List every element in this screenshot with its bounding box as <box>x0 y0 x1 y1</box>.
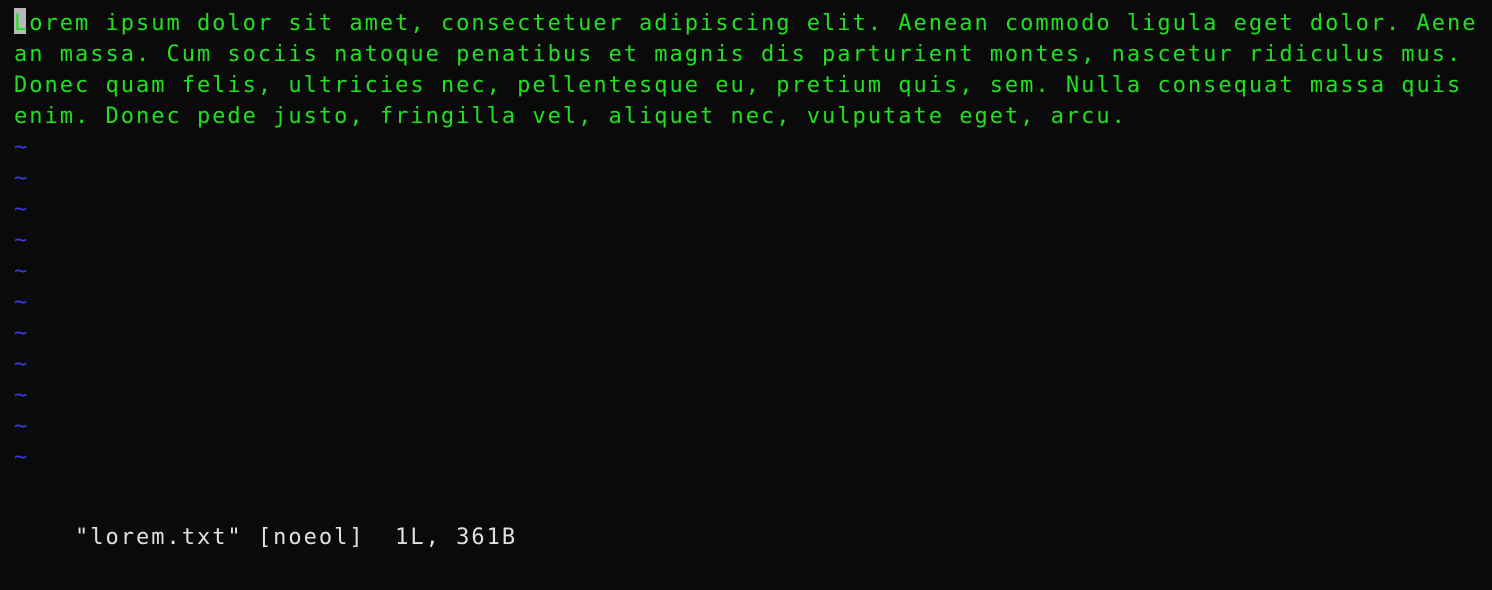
tilde-marker: ~ <box>14 349 1478 380</box>
tilde-marker: ~ <box>14 287 1478 318</box>
buffer-content[interactable]: Lorem ipsum dolor sit amet, consectetuer… <box>14 8 1478 132</box>
tilde-marker: ~ <box>14 318 1478 349</box>
tilde-marker: ~ <box>14 225 1478 256</box>
status-flags: [noeol] <box>258 525 365 550</box>
empty-line-markers: ~~~~~~~~~~~ <box>14 132 1478 473</box>
tilde-marker: ~ <box>14 256 1478 287</box>
status-bytes: 361B <box>456 525 517 550</box>
status-lines: 1L, <box>395 525 441 550</box>
tilde-marker: ~ <box>14 132 1478 163</box>
tilde-marker: ~ <box>14 163 1478 194</box>
vim-editor[interactable]: Lorem ipsum dolor sit amet, consectetuer… <box>0 0 1492 590</box>
tilde-marker: ~ <box>14 442 1478 473</box>
tilde-marker: ~ <box>14 411 1478 442</box>
tilde-marker: ~ <box>14 380 1478 411</box>
status-line: "lorem.txt" [noeol] 1L, 361B <box>14 491 517 584</box>
status-filename: "lorem.txt" <box>75 525 243 550</box>
tilde-marker: ~ <box>14 194 1478 225</box>
